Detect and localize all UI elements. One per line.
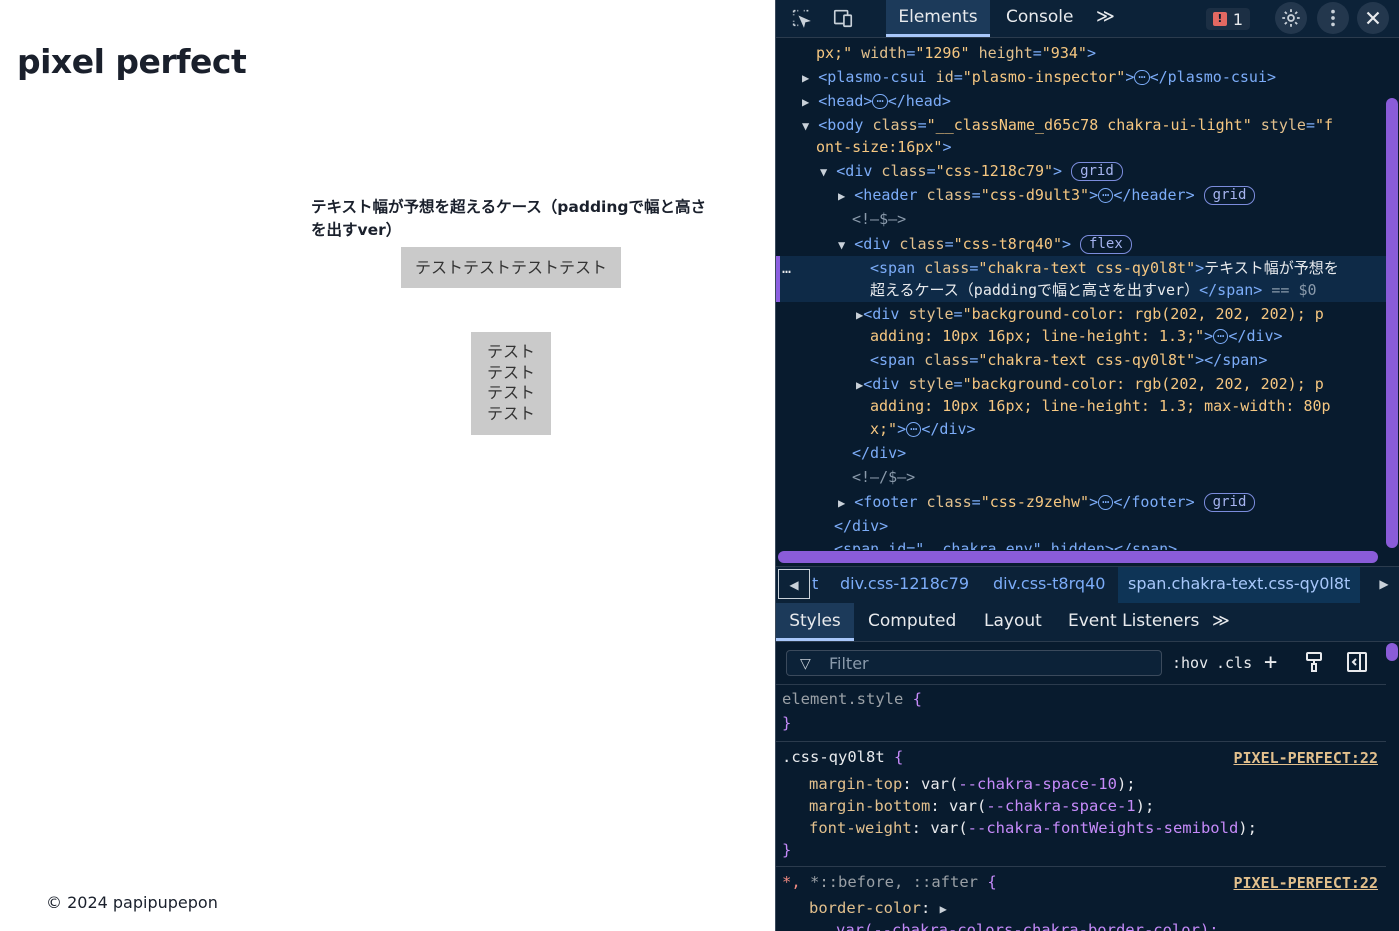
dom-line[interactable]: </div> [852, 442, 906, 464]
styles-tab-bar: Styles Computed Layout Event Listeners ≫ [776, 603, 1399, 642]
tab-styles[interactable]: Styles [776, 603, 854, 641]
rule-close: } [782, 841, 792, 859]
web-page: pixel perfect テキスト幅が予想を超えるケース（paddingで幅と… [0, 0, 775, 931]
filter-icon: ▽ [800, 656, 811, 672]
heading-text: テキスト幅が予想を超えるケース（paddingで幅と高さを出すver） [311, 198, 706, 239]
dom-line[interactable]: ▼ <div class="css-t8rq40"> flex [838, 233, 1132, 255]
settings-gear-icon[interactable] [1275, 2, 1307, 34]
devtools-toolbar: Elements Console ≫ ! 1 [776, 0, 1399, 38]
new-style-rule-icon[interactable]: + [1264, 650, 1277, 675]
dom-line[interactable]: px;" width="1296" height="934"> [816, 42, 1096, 64]
dom-tree-horizontal-scrollbar[interactable] [778, 551, 1378, 563]
dom-line[interactable]: ▶ <plasmo-csui id="plasmo-inspector">… </… [802, 66, 1276, 88]
close-icon[interactable] [1357, 2, 1389, 34]
class-toggle[interactable]: .cls [1216, 654, 1252, 672]
tab-layout[interactable]: Layout [984, 603, 1042, 641]
rule-divider [776, 741, 1386, 742]
breadcrumb-item-selected[interactable]: span.chakra-text.css-qy0l8t [1118, 567, 1361, 603]
styles-vertical-scrollbar[interactable] [1386, 643, 1398, 661]
page-title: pixel perfect [17, 42, 247, 81]
dom-line-selected[interactable]: <span class="chakra-text css-qy0l8t">テキス… [870, 257, 1339, 279]
rule-divider [776, 866, 1386, 867]
styles-pane[interactable]: element.style { } .css-qy0l8t { PIXEL-PE… [776, 685, 1386, 931]
style-property[interactable]: border-color: ▶ [809, 897, 947, 919]
dom-line: x;">… </div> [870, 419, 976, 438]
rule-source-link[interactable]: PIXEL-PERFECT:22 [1234, 874, 1379, 892]
issues-count: 1 [1232, 9, 1244, 29]
dom-line[interactable]: ▶<div style="background-color: rgb(202, … [856, 373, 1324, 395]
dom-line[interactable]: <span class="chakra-text css-qy0l8t"></s… [870, 349, 1267, 371]
styles-filter-row: Filter ▽ :hov .cls + [776, 642, 1386, 685]
breadcrumb: ◀ t div.css-1218c79 div.css-t8rq40 span.… [776, 566, 1399, 604]
dom-tree[interactable]: px;" width="1296" height="934"> ▶ <plasm… [776, 38, 1388, 550]
more-options-icon[interactable] [1317, 2, 1349, 34]
dom-line[interactable]: ▼ <div class="css-1218c79"> grid [820, 160, 1123, 182]
test-box-narrow: テストテストテストテスト [471, 332, 551, 435]
style-property[interactable]: font-weight: var(--chakra-fontWeights-se… [809, 817, 1257, 839]
dom-comment: <!—/$—> [852, 468, 916, 486]
element-style-rule[interactable]: element.style { [782, 688, 922, 710]
breadcrumb-item[interactable]: t [812, 567, 818, 603]
rule-selector[interactable]: .css-qy0l8t { [782, 746, 903, 768]
breadcrumb-scroll-right-icon[interactable]: ▶ [1370, 567, 1398, 603]
dom-line: ont-size:16px"> [816, 138, 952, 156]
dom-line: adding: 10px 16px; line-height: 1.3;">… <… [870, 326, 1283, 345]
breadcrumb-item[interactable]: div.css-t8rq40 [993, 567, 1105, 603]
dom-line[interactable]: ▶ <footer class="css-z9zehw">… </footer> … [838, 491, 1256, 513]
breadcrumb-item[interactable]: div.css-1218c79 [840, 567, 969, 603]
tab-event-listeners[interactable]: Event Listeners [1068, 603, 1199, 641]
toggle-sidebar-icon[interactable] [1346, 651, 1368, 677]
dom-line[interactable]: ▼ <body class="__className_d65c78 chakra… [802, 114, 1333, 136]
dom-line[interactable]: ▶<div style="background-color: rgb(202, … [856, 303, 1324, 325]
devtools-panel: Elements Console ≫ ! 1 px;" width="1296"… [775, 0, 1399, 931]
selected-node-ellipsis-icon[interactable]: … [782, 257, 791, 279]
device-toolbar-icon[interactable] [828, 4, 858, 32]
paint-brush-icon[interactable] [1304, 651, 1324, 677]
styles-filter-input[interactable]: Filter [786, 650, 1162, 676]
dom-line[interactable]: ▶ <header class="css-d9ult3">… </header> … [838, 184, 1256, 206]
style-property-value: var(--chakra-colors-chakra-border-color)… [836, 921, 1219, 931]
footer-copyright: © 2024 papipupepon [46, 893, 218, 912]
rule-close: } [782, 714, 792, 732]
more-tabs-icon[interactable]: ≫ [1096, 0, 1115, 37]
dom-line[interactable]: ▶ <head>… </head> [802, 90, 951, 112]
dom-line[interactable]: </div> [834, 515, 888, 537]
dom-line-selected: 超えるケース（paddingで幅と高さを出すver）</span> == $0 [870, 281, 1317, 299]
rule-source-link[interactable]: PIXEL-PERFECT:22 [1234, 749, 1379, 767]
inspect-element-icon[interactable] [786, 4, 816, 32]
dom-tree-vertical-scrollbar[interactable] [1386, 98, 1398, 548]
tab-console[interactable]: Console [1006, 0, 1074, 37]
breadcrumb-scroll-left-icon[interactable]: ◀ [778, 569, 810, 599]
style-property[interactable]: margin-bottom: var(--chakra-space-1); [809, 795, 1154, 817]
issues-button[interactable]: ! 1 [1206, 8, 1250, 30]
hover-state-toggle[interactable]: :hov [1172, 654, 1208, 672]
test-box-wide: テストテストテストテスト [401, 247, 621, 288]
rule-selector[interactable]: *, *::before, ::after { [782, 871, 997, 893]
style-property[interactable]: margin-top: var(--chakra-space-10); [809, 773, 1136, 795]
dom-comment: <!—$—> [852, 210, 907, 228]
more-style-tabs-icon[interactable]: ≫ [1212, 603, 1230, 641]
tab-elements[interactable]: Elements [886, 0, 990, 37]
dom-line[interactable]: <span id="__chakra_env" hidden></span> [834, 538, 1177, 550]
dom-line: adding: 10px 16px; line-height: 1.3; max… [870, 397, 1331, 415]
issue-flag-icon: ! [1212, 12, 1227, 26]
tab-computed[interactable]: Computed [868, 603, 956, 641]
